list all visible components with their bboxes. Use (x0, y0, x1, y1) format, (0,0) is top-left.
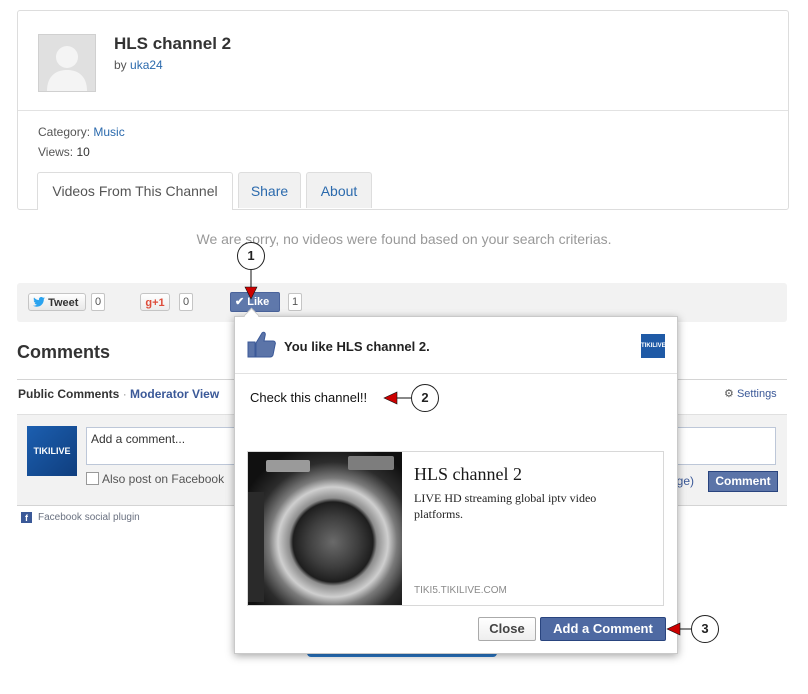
callout-2: 2 (411, 384, 439, 412)
callout-arrows (244, 270, 691, 636)
callout-2-arrowhead (383, 391, 398, 405)
callout-1-arrowhead (244, 286, 258, 300)
callout-3: 3 (691, 615, 719, 643)
callout-3-arrowhead (666, 622, 681, 636)
callout-1: 1 (237, 242, 265, 270)
